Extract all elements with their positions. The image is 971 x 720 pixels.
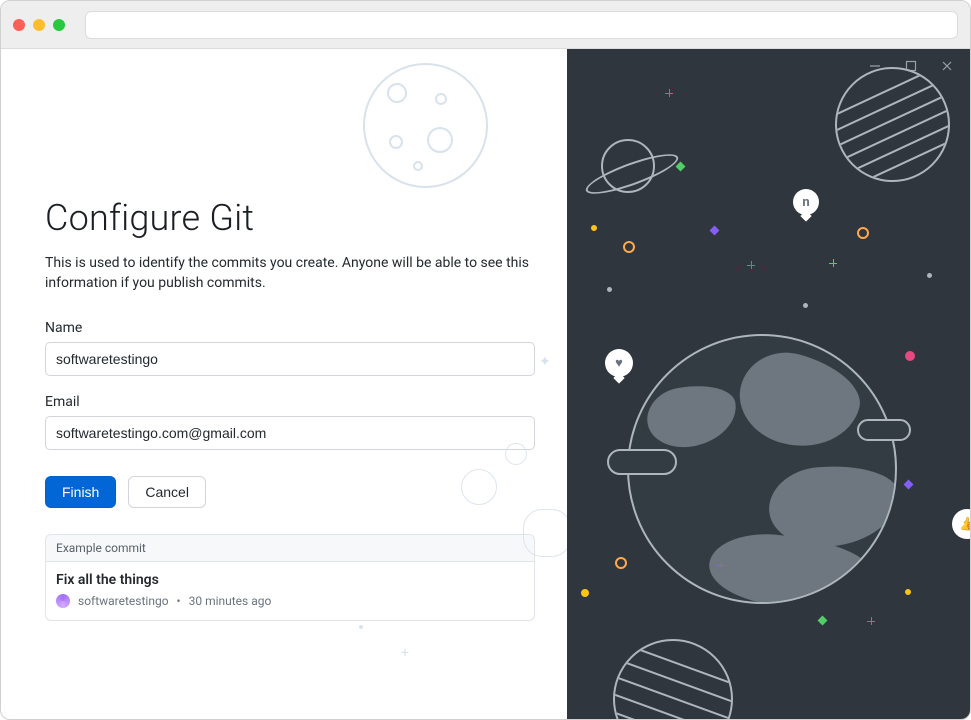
- plus-icon: [829, 259, 837, 267]
- example-commit-time: 30 minutes ago: [189, 594, 272, 608]
- example-commit-header: Example commit: [46, 535, 534, 562]
- browser-chrome: [1, 1, 970, 49]
- moon-icon: [363, 63, 488, 188]
- decorative-dot-icon: [359, 625, 363, 629]
- avatar-icon: [56, 594, 70, 608]
- decorative-plus-icon: +: [401, 645, 409, 661]
- maximize-window-dot[interactable]: [53, 19, 65, 31]
- sparkle-icon: [747, 261, 755, 269]
- diamond-icon: [818, 616, 828, 626]
- decorative-star-icon: ✦: [539, 354, 551, 370]
- cancel-button[interactable]: Cancel: [128, 476, 206, 508]
- ringed-planet-icon: [601, 139, 655, 193]
- dot-icon: [607, 287, 612, 292]
- cloud-icon: [857, 419, 911, 441]
- sparkle-icon: [867, 617, 875, 625]
- ring-icon: [615, 557, 627, 569]
- decorative-telescope-icon: [505, 443, 527, 465]
- planet-icon: [835, 67, 950, 182]
- page-description: This is used to identify the commits you…: [45, 253, 535, 294]
- dot-icon: [905, 589, 911, 595]
- diamond-icon: [904, 480, 914, 490]
- ring-icon: [623, 241, 635, 253]
- sparkle-icon: [717, 561, 725, 569]
- planet-icon: [613, 639, 733, 719]
- heart-bubble-icon: ♥: [605, 349, 633, 377]
- close-icon[interactable]: [940, 59, 954, 73]
- thumbs-up-bubble-icon: 👍: [952, 509, 970, 539]
- dot-icon: [581, 589, 589, 597]
- example-commit-title: Fix all the things: [56, 572, 524, 588]
- dot-icon: [591, 225, 597, 231]
- separator: •: [177, 594, 181, 608]
- example-commit-author: softwaretestingo: [78, 594, 169, 608]
- address-bar[interactable]: [85, 11, 958, 39]
- finish-button[interactable]: Finish: [45, 476, 116, 508]
- code-bubble-icon: n: [793, 189, 819, 215]
- decorative-octopus-icon: [523, 509, 567, 557]
- traffic-lights: [13, 19, 65, 31]
- page-title: Configure Git: [45, 197, 567, 239]
- diamond-icon: [676, 162, 686, 172]
- decorative-satellite-icon: [461, 469, 497, 505]
- right-illustration-pane: n ♥ 👍: [567, 49, 970, 719]
- dot-icon: [927, 273, 932, 278]
- name-label: Name: [45, 320, 567, 336]
- ring-icon: [857, 227, 869, 239]
- dot-icon: [905, 351, 915, 361]
- close-window-dot[interactable]: [13, 19, 25, 31]
- minimize-window-dot[interactable]: [33, 19, 45, 31]
- email-label: Email: [45, 394, 567, 410]
- email-input[interactable]: [45, 416, 535, 450]
- cloud-icon: [607, 449, 677, 475]
- name-input[interactable]: [45, 342, 535, 376]
- example-commit-card: Example commit Fix all the things softwa…: [45, 534, 535, 621]
- left-pane: ✦ + Configure Git This is used to identi…: [1, 49, 567, 719]
- sparkle-icon: [665, 89, 673, 97]
- diamond-icon: [710, 226, 720, 236]
- dot-icon: [803, 303, 808, 308]
